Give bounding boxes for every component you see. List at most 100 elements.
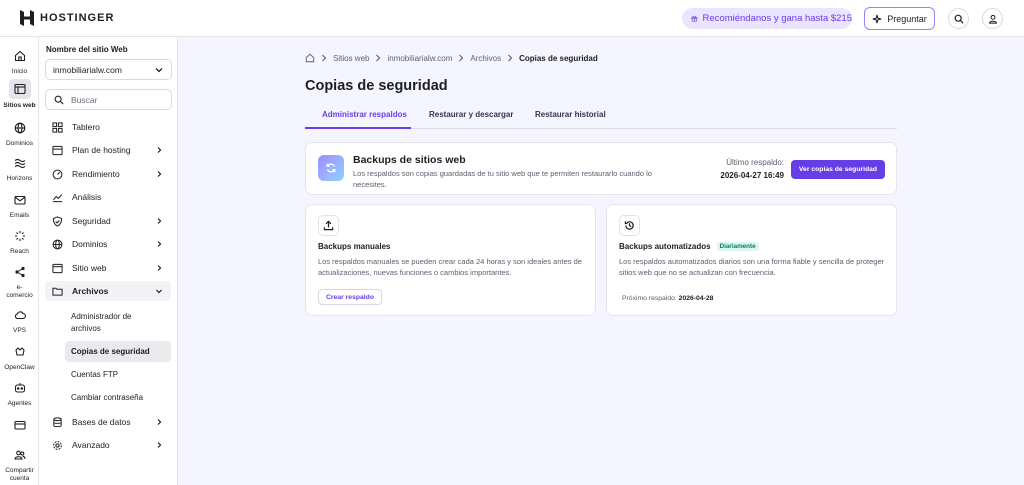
rail-label: Reach bbox=[10, 248, 29, 255]
main-rail: Inicio Sitios web Dominios Horizons Emai… bbox=[0, 37, 39, 485]
site-selector[interactable]: inmobiliarialw.com bbox=[45, 59, 172, 80]
rail-item-horizons[interactable]: Horizons bbox=[0, 154, 39, 183]
chevron-right-icon bbox=[157, 147, 162, 153]
users-icon bbox=[13, 450, 26, 460]
plan-icon bbox=[52, 145, 63, 155]
automated-backups-card: Backups automatizados Diariamente Los re… bbox=[606, 204, 897, 316]
rail-item-vps[interactable]: VPS bbox=[0, 306, 39, 335]
view-backups-button[interactable]: Ver copias de seguridad bbox=[791, 160, 885, 179]
ask-button[interactable]: Preguntar bbox=[864, 7, 935, 30]
manual-backups-card: Backups manuales Los respaldos manuales … bbox=[305, 204, 596, 316]
sidebar-subitem-administrador-de-archivos[interactable]: Administrador de archivos bbox=[65, 307, 171, 339]
manual-backups-description: Los respaldos manuales se pueden crear c… bbox=[318, 257, 582, 277]
sidebar-item-label: Plan de hosting bbox=[72, 145, 131, 155]
chevron-right-icon bbox=[157, 442, 162, 448]
next-backup: Próximo respaldo: 2026-04-28 bbox=[622, 295, 713, 302]
breadcrumb-link-sitios-web[interactable]: Sitios web bbox=[333, 54, 369, 63]
website-backups-description: Los respaldos son copias guardadas de tu… bbox=[353, 169, 652, 189]
sidebar-item-rendimiento[interactable]: Rendimiento bbox=[45, 164, 171, 184]
home-icon[interactable] bbox=[305, 53, 315, 63]
referral-text: Recomiéndanos y gana hasta $215 bbox=[702, 13, 852, 24]
website-icon bbox=[52, 263, 63, 273]
chevron-right-icon bbox=[157, 218, 162, 224]
rail-label: Horizons bbox=[6, 175, 33, 182]
rail-item-dominios[interactable]: Dominios bbox=[0, 119, 39, 148]
chevron-right-icon bbox=[157, 241, 162, 247]
share-icon bbox=[14, 266, 25, 278]
sidebar-item-archivos[interactable]: Archivos bbox=[45, 281, 171, 301]
hostinger-logo[interactable]: HOSTINGER bbox=[20, 10, 114, 26]
globe-icon bbox=[14, 122, 25, 134]
rail-label: Agentes bbox=[7, 400, 32, 407]
rail-label: Inicio bbox=[11, 68, 28, 75]
tab-bar: Administrar respaldos Restaurar y descar… bbox=[305, 106, 897, 129]
sidebar-item-tablero[interactable]: Tablero bbox=[45, 117, 171, 137]
tab-restaurar-y-descargar[interactable]: Restaurar y descargar bbox=[429, 110, 514, 119]
shield-icon bbox=[52, 215, 63, 227]
chevron-right-icon bbox=[157, 419, 162, 425]
active-tab-indicator bbox=[305, 127, 411, 129]
rail-item-inicio[interactable]: Inicio bbox=[0, 47, 39, 76]
rail-item-e-comercio[interactable]: e- comercio bbox=[0, 263, 39, 300]
sidebar-item-plan-de-hosting[interactable]: Plan de hosting bbox=[45, 140, 171, 160]
sidebar-item-label: Rendimiento bbox=[72, 169, 120, 179]
agent-icon bbox=[14, 383, 25, 393]
sidebar-item-avanzado[interactable]: Avanzado bbox=[45, 435, 171, 455]
reach-icon bbox=[14, 231, 25, 241]
sidebar-item-label: Sitio web bbox=[72, 263, 107, 273]
rail-item-reach[interactable]: Reach bbox=[0, 227, 39, 256]
rail-item-agentes[interactable]: Agentes bbox=[0, 379, 39, 408]
rail-label: e- bbox=[16, 284, 23, 291]
dashboard-icon bbox=[52, 121, 63, 133]
search-icon bbox=[954, 14, 964, 24]
history-icon bbox=[619, 215, 640, 236]
sidebar-item-label: Archivos bbox=[72, 286, 109, 296]
sidebar-item-analisis[interactable]: Análisis bbox=[45, 187, 171, 207]
hostinger-logo-icon bbox=[20, 10, 34, 26]
database-icon bbox=[53, 416, 62, 427]
rail-item-billing[interactable] bbox=[0, 416, 39, 434]
breadcrumb-current: Copias de seguridad bbox=[519, 53, 598, 63]
search-icon bbox=[54, 95, 64, 105]
sidebar-subitem-cambiar-contrasena[interactable]: Cambiar contraseña bbox=[65, 388, 171, 408]
chevron-right-icon bbox=[157, 265, 162, 271]
rail-label: VPS bbox=[12, 327, 26, 334]
site-name-label: Nombre del sitio Web bbox=[46, 45, 128, 54]
tab-administrar-respaldos[interactable]: Administrar respaldos bbox=[322, 110, 407, 119]
sidebar-item-sitio-web[interactable]: Sitio web bbox=[45, 258, 171, 278]
sidebar-subitem-copias-de-seguridad[interactable]: Copias de seguridad bbox=[65, 341, 171, 362]
breadcrumb-link-archivos[interactable]: Archivos bbox=[470, 54, 501, 63]
sidebar-subitem-label: Copias de seguridad bbox=[71, 346, 150, 356]
rail-item-emails[interactable]: Emails bbox=[0, 191, 39, 220]
last-backup-label: Último respaldo: bbox=[726, 158, 784, 167]
sidebar-item-label: Análisis bbox=[72, 192, 102, 202]
sidebar-search-input[interactable]: Buscar bbox=[45, 89, 172, 110]
backup-sync-icon bbox=[318, 155, 344, 181]
account-button[interactable] bbox=[982, 8, 1003, 29]
create-backup-button[interactable]: Crear respaldo bbox=[318, 289, 382, 305]
rail-item-openclaw[interactable]: OpenClaw bbox=[0, 343, 39, 372]
rail-label: Dominios bbox=[5, 140, 34, 147]
gift-icon bbox=[691, 16, 698, 22]
performance-icon bbox=[52, 169, 63, 179]
analytics-icon bbox=[52, 193, 63, 202]
mail-icon bbox=[13, 195, 26, 205]
manual-backups-title-text: Backups manuales bbox=[318, 242, 391, 251]
rail-item-sitios-web[interactable]: Sitios web bbox=[0, 79, 39, 110]
rail-label: Sitios web bbox=[3, 102, 36, 109]
next-backup-label: Próximo respaldo: bbox=[622, 295, 677, 302]
chevron-right-icon bbox=[459, 54, 464, 62]
rail-label: Emails bbox=[9, 212, 30, 219]
cloud-icon bbox=[14, 311, 26, 320]
referral-banner[interactable]: Recomiéndanos y gana hasta $215 bbox=[682, 8, 852, 29]
tab-restaurar-historial[interactable]: Restaurar historial bbox=[535, 110, 606, 119]
sidebar-item-bases-de-datos[interactable]: Bases de datos bbox=[45, 412, 171, 432]
sidebar-item-seguridad[interactable]: Seguridad bbox=[45, 211, 171, 231]
sidebar-item-label: Tablero bbox=[72, 122, 100, 132]
sidebar-item-dominios[interactable]: Dominios bbox=[45, 234, 171, 254]
rail-item-compartir-cuenta[interactable]: Compartir cuenta bbox=[0, 446, 39, 483]
search-button[interactable] bbox=[948, 8, 969, 29]
sidebar-subitem-cuentas-ftp[interactable]: Cuentas FTP bbox=[65, 365, 171, 385]
sidebar-subitem-label: Cuentas FTP bbox=[71, 370, 119, 379]
breadcrumb-link-site[interactable]: inmobiliarialw.com bbox=[387, 54, 452, 63]
